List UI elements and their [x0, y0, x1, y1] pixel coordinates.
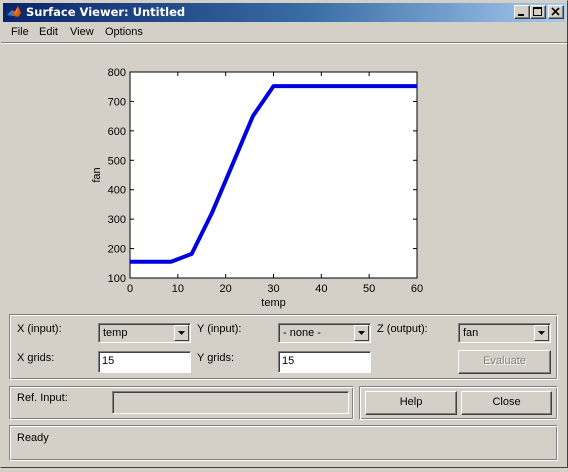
y-input-select[interactable]: - none - — [278, 323, 371, 343]
chevron-down-icon — [538, 331, 546, 336]
matlab-logo-icon — [6, 4, 22, 20]
y-grids-label: Y grids: — [197, 352, 234, 364]
y-tick-label: 600 — [108, 126, 126, 138]
title-bar[interactable]: Surface Viewer: Untitled — [3, 3, 565, 22]
minimize-icon — [517, 7, 527, 17]
x-tick-label: 50 — [363, 283, 375, 295]
y-tick-label: 500 — [108, 155, 126, 167]
z-output-dropdown-arrow[interactable] — [534, 325, 549, 341]
y-input-label: Y (input): — [197, 323, 241, 335]
window-title: Surface Viewer: Untitled — [26, 5, 185, 19]
minimize-button[interactable] — [514, 5, 530, 19]
chevron-down-icon — [178, 331, 186, 336]
help-button[interactable]: Help — [365, 391, 457, 415]
status-panel — [9, 425, 558, 461]
x-tick-label: 20 — [220, 283, 232, 295]
menu-separator — [1, 42, 567, 44]
x-grids-label: X grids: — [17, 352, 54, 364]
y-input-dropdown-arrow[interactable] — [354, 325, 369, 341]
ref-input-label: Ref. Input: — [17, 392, 68, 404]
x-axis-label: temp — [261, 297, 285, 309]
y-tick-label: 700 — [108, 96, 126, 108]
x-tick-label: 60 — [411, 283, 423, 295]
y-grids-input[interactable]: 15 — [278, 351, 371, 373]
status-text: Ready — [17, 432, 49, 444]
y-tick-label: 200 — [108, 244, 126, 256]
x-tick-label: 30 — [267, 283, 279, 295]
menu-bar: File Edit View Options — [3, 23, 565, 42]
x-input-dropdown-arrow[interactable] — [174, 325, 189, 341]
z-output-select[interactable]: fan — [458, 323, 551, 343]
x-tick-label: 40 — [315, 283, 327, 295]
maximize-button[interactable] — [530, 5, 546, 19]
menu-edit[interactable]: Edit — [39, 26, 58, 38]
y-tick-label: 400 — [108, 185, 126, 197]
close-icon — [551, 7, 561, 17]
close-window-button[interactable] — [548, 5, 564, 19]
y-tick-label: 300 — [108, 214, 126, 226]
evaluate-button[interactable]: Evaluate — [458, 350, 551, 374]
menu-options[interactable]: Options — [105, 26, 143, 38]
menu-view[interactable]: View — [70, 26, 94, 38]
ref-input-field[interactable] — [112, 391, 349, 414]
y-tick-label: 800 — [108, 67, 126, 79]
close-button[interactable]: Close — [461, 391, 552, 415]
x-input-select[interactable]: temp — [98, 323, 191, 343]
y-tick-label: 100 — [108, 273, 126, 285]
plot-background — [130, 72, 417, 278]
x-grids-input[interactable]: 15 — [98, 351, 191, 373]
y-axis-label: fan — [91, 167, 103, 182]
x-tick-label: 10 — [172, 283, 184, 295]
z-output-label: Z (output): — [377, 323, 428, 335]
maximize-icon — [533, 7, 543, 17]
surface-viewer-window: Surface Viewer: Untitled File Edit View … — [0, 0, 568, 468]
series-line — [130, 86, 417, 262]
menu-file[interactable]: File — [11, 26, 29, 38]
chevron-down-icon — [358, 331, 366, 336]
x-tick-label: 0 — [127, 283, 133, 295]
x-input-label: X (input): — [17, 323, 62, 335]
